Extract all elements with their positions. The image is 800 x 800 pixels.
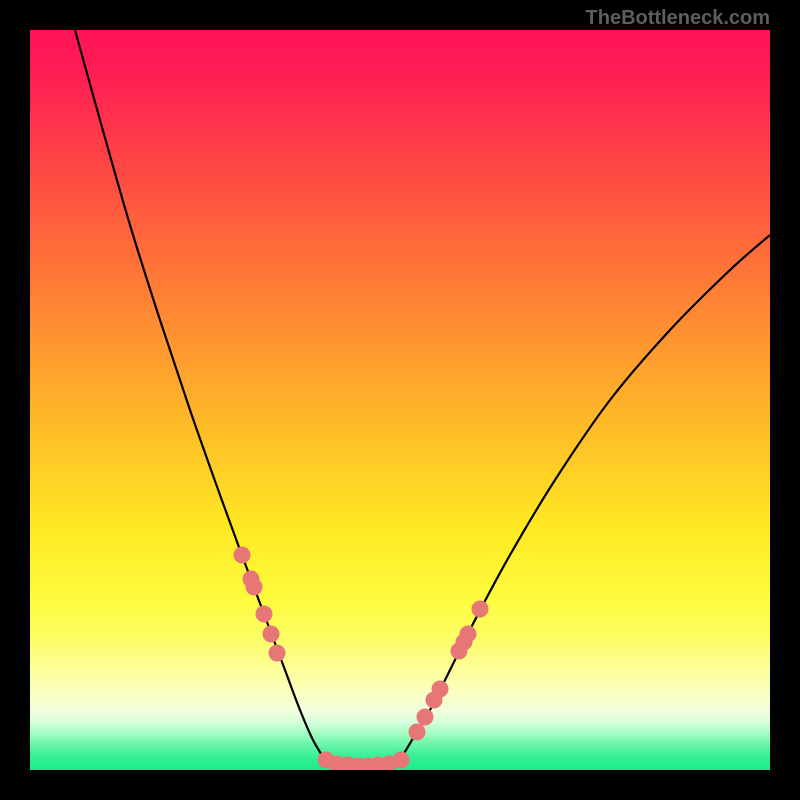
data-dots (234, 547, 489, 771)
plot-area (30, 30, 770, 770)
data-dot (417, 709, 434, 726)
attribution-text: TheBottleneck.com (586, 7, 770, 30)
data-dot (234, 547, 251, 564)
outer-frame: TheBottleneck.com (0, 0, 800, 800)
chart-svg (30, 30, 770, 770)
data-dot (256, 606, 273, 623)
data-dot (269, 645, 286, 662)
data-dot (460, 626, 477, 643)
bottleneck-curve (75, 30, 770, 766)
data-dot (246, 579, 263, 596)
data-dot (263, 626, 280, 643)
data-dot (472, 601, 489, 618)
data-dot (393, 752, 410, 769)
data-dot (409, 724, 426, 741)
data-dot (432, 681, 449, 698)
